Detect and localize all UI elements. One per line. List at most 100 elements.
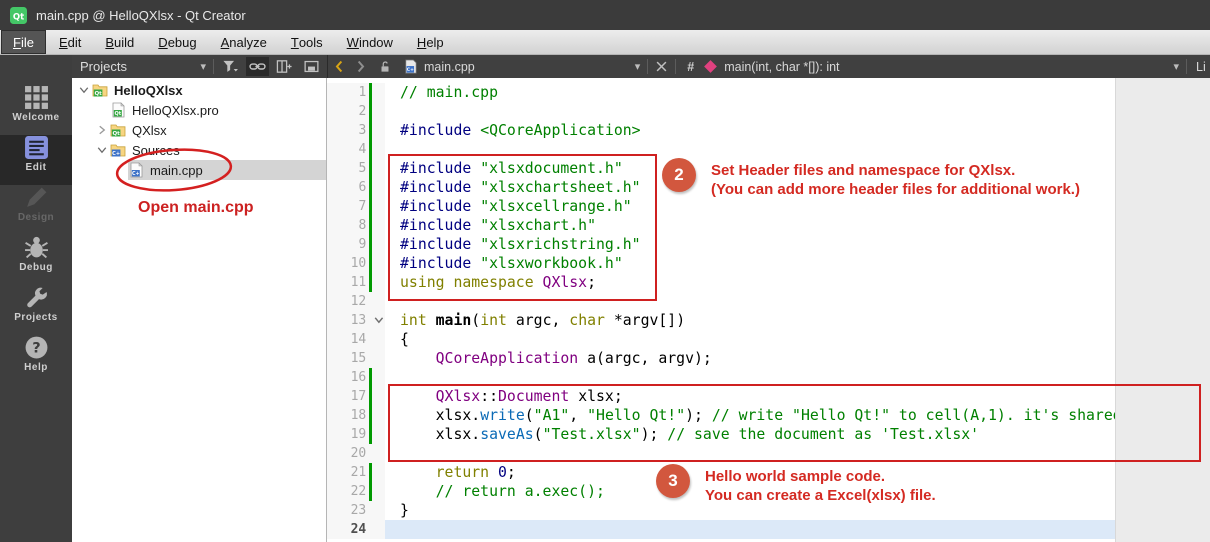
code-text[interactable]: QXlsx::Document xlsx;	[385, 387, 1210, 406]
line-number-gutter[interactable]: 9	[327, 235, 385, 254]
line-number-gutter[interactable]: 19	[327, 425, 385, 444]
line-number-gutter[interactable]: 5	[327, 159, 385, 178]
code-text[interactable]: #include <QCoreApplication>	[385, 121, 1210, 140]
code-text[interactable]: #include "xlsxdocument.h"	[385, 159, 1210, 178]
line-number[interactable]: 18	[327, 406, 368, 425]
hide-panel-icon[interactable]	[300, 57, 323, 76]
code-text[interactable]: int main(int argc, char *argv[])	[385, 311, 1210, 330]
code-text[interactable]: QCoreApplication a(argc, argv);	[385, 349, 1210, 368]
line-number-gutter[interactable]: 13	[327, 311, 385, 330]
line-number[interactable]: 2	[327, 102, 368, 121]
line-number[interactable]: 7	[327, 197, 368, 216]
line-number-gutter[interactable]: 15	[327, 349, 385, 368]
line-number-gutter[interactable]: 12	[327, 292, 385, 311]
line-number-gutter[interactable]: 20	[327, 444, 385, 463]
split-panel-icon[interactable]	[273, 57, 296, 76]
fold-marker-icon[interactable]	[373, 314, 385, 326]
mode-debug[interactable]: Debug	[0, 235, 72, 285]
code-text[interactable]: {	[385, 330, 1210, 349]
line-number[interactable]: 4	[327, 140, 368, 159]
menu-edit[interactable]: Edit	[48, 30, 92, 54]
line-number[interactable]: 13	[327, 311, 368, 330]
current-symbol-label[interactable]: main(int, char *[]): int	[724, 60, 839, 74]
line-number-gutter[interactable]: 18	[327, 406, 385, 425]
code-text[interactable]	[385, 444, 1210, 463]
line-number-gutter[interactable]: 10	[327, 254, 385, 273]
code-text[interactable]: #include "xlsxworkbook.h"	[385, 254, 1210, 273]
line-number-gutter[interactable]: 16	[327, 368, 385, 387]
unlocked-icon[interactable]	[378, 60, 392, 74]
go-back-icon[interactable]	[332, 59, 347, 74]
panel-title[interactable]: Projects	[80, 59, 196, 74]
code-text[interactable]	[385, 140, 1210, 159]
expander-expanded-icon[interactable]	[76, 84, 92, 96]
code-text[interactable]: #include "xlsxcellrange.h"	[385, 197, 1210, 216]
code-text[interactable]	[385, 102, 1210, 121]
line-number-gutter[interactable]: 7	[327, 197, 385, 216]
code-text[interactable]: #include "xlsxrichstring.h"	[385, 235, 1210, 254]
line-number[interactable]: 3	[327, 121, 368, 140]
line-number-gutter[interactable]: 2	[327, 102, 385, 121]
line-number[interactable]: 1	[327, 83, 368, 102]
expander-expanded-icon[interactable]	[94, 144, 110, 156]
line-number-gutter[interactable]: 4	[327, 140, 385, 159]
code-text[interactable]: // main.cpp	[385, 83, 1210, 102]
code-text[interactable]: using namespace QXlsx;	[385, 273, 1210, 292]
line-number-gutter[interactable]: 17	[327, 387, 385, 406]
line-number-gutter[interactable]: 11	[327, 273, 385, 292]
line-number[interactable]: 19	[327, 425, 368, 444]
chevron-down-icon[interactable]: ▾	[1173, 60, 1179, 73]
mode-welcome[interactable]: Welcome	[0, 85, 72, 135]
line-number-gutter[interactable]: 14	[327, 330, 385, 349]
line-number[interactable]: 14	[327, 330, 368, 349]
code-text[interactable]	[385, 520, 1210, 539]
line-number[interactable]: 17	[327, 387, 368, 406]
line-number[interactable]: 20	[327, 444, 368, 463]
code-text[interactable]: xlsx.saveAs("Test.xlsx"); // save the do…	[385, 425, 1210, 444]
code-text[interactable]	[385, 292, 1210, 311]
code-text[interactable]: xlsx.write("A1", "Hello Qt!"); // write …	[385, 406, 1210, 425]
code-text[interactable]: #include "xlsxchart.h"	[385, 216, 1210, 235]
line-number[interactable]: 8	[327, 216, 368, 235]
close-document-icon[interactable]	[654, 59, 669, 74]
go-forward-icon[interactable]	[353, 59, 368, 74]
open-file-label[interactable]: main.cpp	[424, 60, 475, 74]
tree-item-sources[interactable]: C+Sources	[72, 140, 326, 160]
sync-with-editor-icon[interactable]	[246, 57, 269, 76]
menu-analyze[interactable]: Analyze	[210, 30, 278, 54]
line-number[interactable]: 6	[327, 178, 368, 197]
line-number[interactable]: 24	[327, 520, 368, 539]
menu-debug[interactable]: Debug	[147, 30, 207, 54]
menu-file[interactable]: File	[1, 30, 46, 54]
line-number[interactable]: 23	[327, 501, 368, 520]
hash-symbol-icon[interactable]: #	[687, 60, 694, 74]
chevron-down-icon[interactable]: ▾	[635, 60, 641, 73]
line-number[interactable]: 16	[327, 368, 368, 387]
mode-projects[interactable]: Projects	[0, 285, 72, 335]
expander-collapsed-icon[interactable]	[94, 124, 110, 136]
line-number-gutter[interactable]: 21	[327, 463, 385, 482]
line-number[interactable]: 12	[327, 292, 368, 311]
tree-item-main.cpp[interactable]: C+main.cpp	[72, 160, 326, 180]
line-number-gutter[interactable]: 3	[327, 121, 385, 140]
tree-item-helloqxlsx.pro[interactable]: QtHelloQXlsx.pro	[72, 100, 326, 120]
mode-edit[interactable]: Edit	[0, 135, 72, 185]
line-number-gutter[interactable]: 24	[327, 520, 385, 539]
line-number[interactable]: 11	[327, 273, 368, 292]
line-number-gutter[interactable]: 8	[327, 216, 385, 235]
line-number[interactable]: 10	[327, 254, 368, 273]
line-number-gutter[interactable]: 22	[327, 482, 385, 501]
line-number-gutter[interactable]: 6	[327, 178, 385, 197]
menu-tools[interactable]: Tools	[280, 30, 334, 54]
code-text[interactable]: return 0;	[385, 463, 1210, 482]
menu-window[interactable]: Window	[336, 30, 404, 54]
menu-build[interactable]: Build	[94, 30, 145, 54]
code-text[interactable]	[385, 368, 1210, 387]
code-text[interactable]: }	[385, 501, 1210, 520]
tree-item-helloqxlsx[interactable]: QtHelloQXlsx	[72, 80, 326, 100]
filter-icon[interactable]	[219, 57, 242, 76]
chevron-down-icon[interactable]: ▾	[200, 60, 206, 73]
line-number[interactable]: 21	[327, 463, 368, 482]
menu-help[interactable]: Help	[406, 30, 455, 54]
mode-help[interactable]: ?Help	[0, 335, 72, 385]
